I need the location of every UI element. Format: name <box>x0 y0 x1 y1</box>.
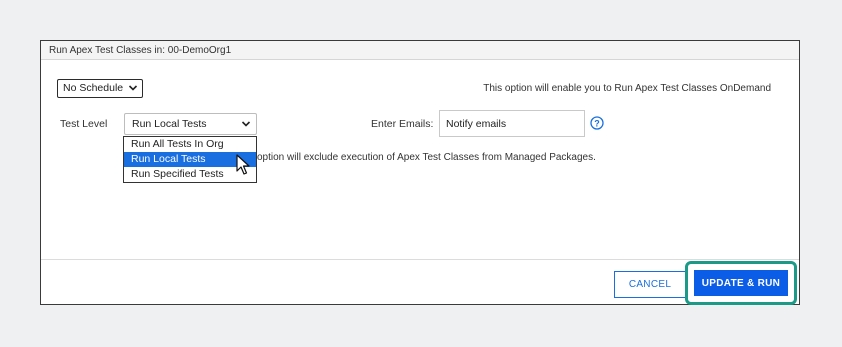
dropdown-option[interactable]: Run All Tests In Org <box>124 137 256 152</box>
managed-packages-note: option will exclude execution of Apex Te… <box>257 152 596 163</box>
test-level-select[interactable]: Run Local Tests <box>124 113 257 135</box>
dialog-title: Run Apex Test Classes in: 00-DemoOrg1 <box>41 41 799 60</box>
schedule-select-value: No Schedule <box>63 82 124 94</box>
run-tests-dialog: Run Apex Test Classes in: 00-DemoOrg1 No… <box>40 40 800 305</box>
svg-text:?: ? <box>594 118 600 128</box>
cancel-button[interactable]: CANCEL <box>614 271 686 298</box>
schedule-info-text: This option will enable you to Run Apex … <box>483 83 771 94</box>
emails-label: Enter Emails: <box>371 118 434 130</box>
test-level-label: Test Level <box>60 118 108 130</box>
mouse-pointer-icon <box>236 154 250 175</box>
help-icon[interactable]: ? <box>590 116 604 130</box>
emails-input[interactable] <box>439 110 585 137</box>
test-level-value: Run Local Tests <box>132 118 207 130</box>
chevron-down-icon <box>241 121 251 127</box>
update-and-run-button[interactable]: UPDATE & RUN <box>694 270 788 296</box>
schedule-select[interactable]: No Schedule <box>57 79 143 98</box>
chevron-down-icon <box>128 85 138 91</box>
update-run-highlight: UPDATE & RUN <box>685 261 797 305</box>
footer-divider <box>41 259 799 260</box>
